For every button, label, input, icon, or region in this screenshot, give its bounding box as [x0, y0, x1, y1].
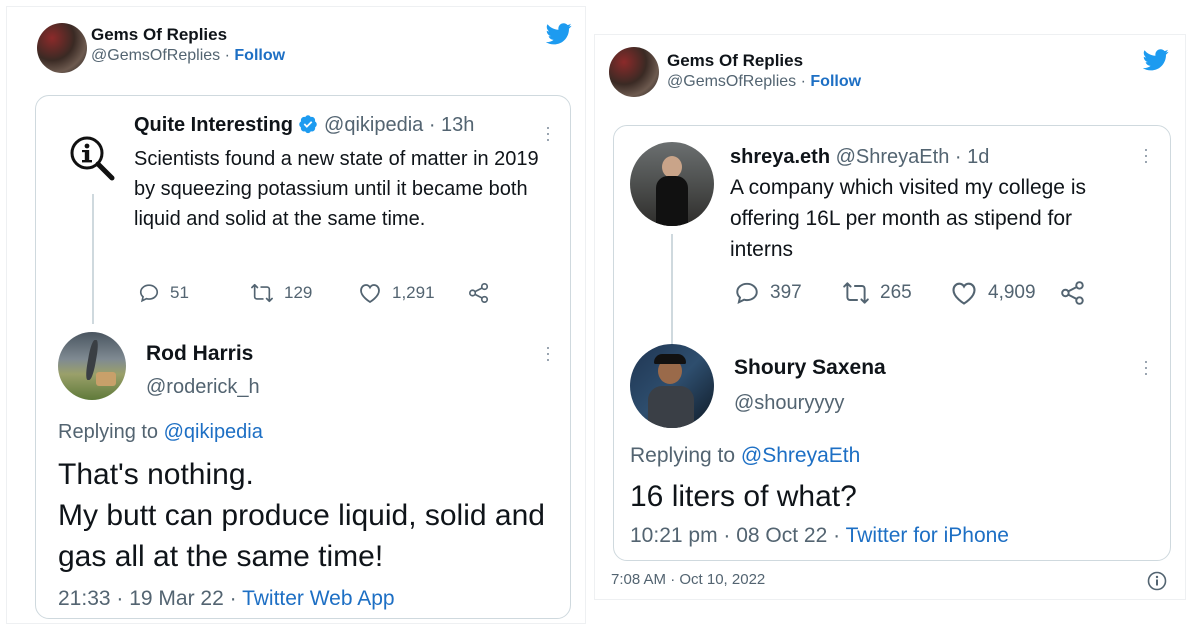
reply-body-line1: 16 liters of what?	[630, 480, 857, 513]
twitter-bird-icon[interactable]	[1143, 49, 1169, 71]
retweet-count: 265	[880, 282, 912, 303]
thread-line	[671, 234, 673, 344]
quoted-author-handle[interactable]: @ShreyaEth	[836, 146, 950, 168]
verified-icon	[299, 115, 318, 134]
separator: ·	[224, 47, 230, 64]
account-handle[interactable]: @GemsOfReplies	[667, 73, 796, 90]
reply-author-handle[interactable]: @roderick_h	[146, 376, 260, 399]
quoted-tweet-header: shreya.eth @ShreyaEth · 1d	[730, 146, 989, 169]
reply-author-name[interactable]: Shoury Saxena	[734, 356, 886, 380]
retweet-icon	[843, 282, 869, 304]
account-handle[interactable]: @GemsOfReplies	[91, 47, 220, 64]
like-icon	[952, 282, 976, 305]
retweet-action[interactable]: 265	[842, 280, 912, 306]
reply-count: 51	[170, 283, 189, 302]
quoted-author-name[interactable]: shreya.eth	[730, 146, 830, 168]
replying-mention[interactable]: @qikipedia	[164, 421, 263, 443]
reply-body-line1: That's nothing.	[58, 458, 254, 491]
reply-action[interactable]: 51	[138, 282, 189, 304]
info-icon[interactable]	[1147, 571, 1167, 591]
qi-logo-icon[interactable]	[68, 134, 116, 182]
reply-timestamp[interactable]: 10:21 pm · 08 Oct 22 ·	[630, 524, 840, 547]
replying-mention[interactable]: @ShreyaEth	[741, 444, 860, 467]
reply-body-line2: My butt can produce liquid, solid and ga…	[58, 499, 545, 573]
quoted-tweet-time[interactable]: · 1d	[955, 146, 989, 168]
reply-meta: 10:21 pm · 08 Oct 22 · Twitter for iPhon…	[630, 524, 1009, 548]
reply-count: 397	[770, 282, 802, 303]
like-count: 4,909	[988, 282, 1036, 303]
gems-avatar[interactable]	[37, 23, 87, 73]
left-screenshot: Gems Of Replies @GemsOfReplies · Follow …	[6, 6, 586, 624]
quoted-author-name[interactable]: Quite Interesting	[134, 114, 293, 136]
account-handle-row: @GemsOfReplies · Follow	[91, 47, 285, 65]
shoury-avatar[interactable]	[630, 344, 714, 428]
account-handle-row: @GemsOfReplies · Follow	[667, 73, 861, 91]
share-icon[interactable]	[468, 282, 490, 304]
like-icon	[360, 284, 380, 304]
reply-action[interactable]: 397	[734, 280, 802, 306]
quoted-tweet-text: Scientists found a new state of matter i…	[134, 148, 539, 230]
rod-harris-avatar[interactable]	[58, 332, 126, 400]
replying-to: Replying to @qikipedia	[58, 421, 263, 444]
retweet-count: 129	[284, 283, 313, 302]
like-action[interactable]: 1,291	[358, 282, 435, 304]
account-name[interactable]: Gems Of Replies	[91, 25, 227, 45]
reply-author-handle[interactable]: @shouryyyy	[734, 392, 844, 415]
reply-icon	[139, 284, 159, 303]
reply-author-name[interactable]: Rod Harris	[146, 342, 253, 366]
gems-avatar[interactable]	[609, 47, 659, 97]
reply-meta: 21:33 · 19 Mar 22 · Twitter Web App	[58, 587, 395, 611]
reply-source[interactable]: Twitter for iPhone	[846, 524, 1009, 547]
tweet-card: Quite Interesting @qikipedia · 13h · · · S…	[35, 95, 571, 619]
reply-timestamp[interactable]: 21:33 · 19 Mar 22 ·	[58, 587, 237, 610]
replying-prefix: Replying to	[58, 421, 159, 443]
like-count: 1,291	[392, 283, 435, 302]
separator: ·	[800, 73, 806, 90]
follow-button[interactable]: Follow	[234, 47, 285, 64]
quoted-tweet-time[interactable]: · 13h	[429, 114, 475, 136]
replying-prefix: Replying to	[630, 444, 736, 467]
account-name[interactable]: Gems Of Replies	[667, 51, 803, 71]
tweet-card: shreya.eth @ShreyaEth · 1d · · · A company…	[613, 125, 1171, 561]
twitter-bird-icon[interactable]	[546, 23, 572, 45]
post-timestamp[interactable]: 7:08 AM · Oct 10, 2022	[611, 571, 765, 588]
quoted-author-handle[interactable]: @qikipedia	[324, 114, 423, 136]
more-icon[interactable]: · · ·	[544, 118, 552, 148]
shreya-avatar[interactable]	[630, 142, 714, 226]
retweet-action[interactable]: 129	[250, 282, 312, 304]
more-icon[interactable]: · · ·	[1142, 140, 1150, 170]
follow-button[interactable]: Follow	[810, 73, 861, 90]
reply-icon	[736, 282, 758, 304]
reply-source[interactable]: Twitter Web App	[242, 587, 395, 610]
more-icon[interactable]: · · ·	[1142, 352, 1150, 382]
more-icon[interactable]: · · ·	[544, 338, 552, 368]
right-screenshot: Gems Of Replies @GemsOfReplies · Follow …	[594, 34, 1186, 600]
quoted-tweet-header: Quite Interesting @qikipedia · 13h	[134, 114, 474, 137]
retweet-icon	[251, 283, 273, 303]
like-action[interactable]: 4,909	[950, 280, 1036, 306]
thread-line	[92, 194, 94, 324]
share-icon[interactable]	[1060, 280, 1086, 306]
replying-to: Replying to @ShreyaEth	[630, 444, 860, 468]
quoted-tweet-text: A company which visited my college is of…	[730, 176, 1086, 261]
